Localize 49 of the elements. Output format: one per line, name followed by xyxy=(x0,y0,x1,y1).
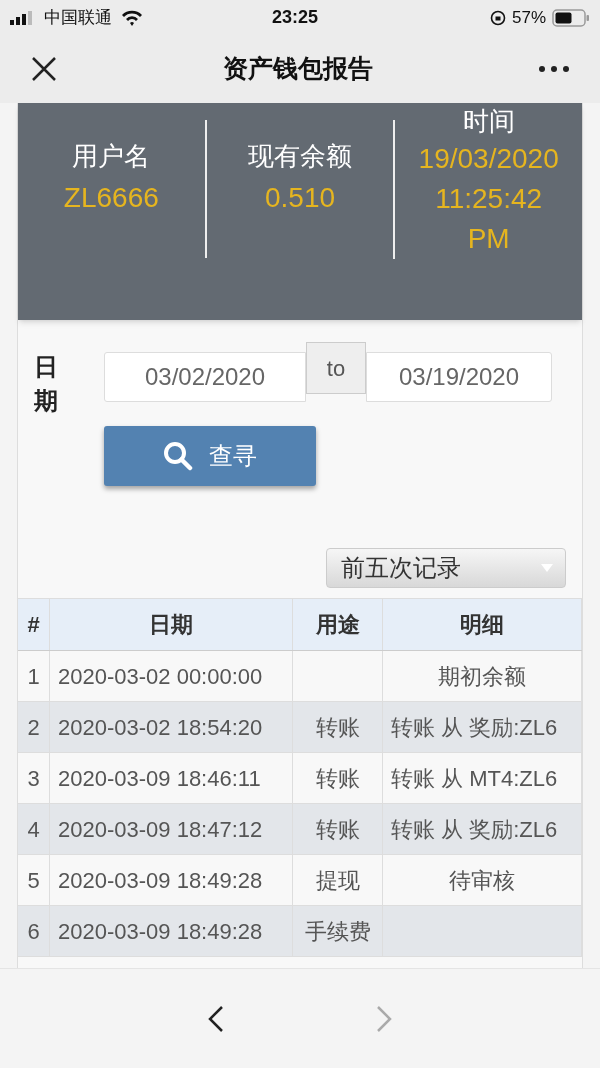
table-cell: 转账 从 奖励:ZL6 xyxy=(383,702,582,752)
summary-label: 时间 xyxy=(462,105,515,138)
table-cell: 6 xyxy=(18,906,50,956)
summary-value: 0.510 xyxy=(264,181,336,215)
table-cell: 转账 从 奖励:ZL6 xyxy=(383,804,582,854)
page-title: 资产钱包报告 xyxy=(223,53,373,85)
close-icon[interactable] xyxy=(30,55,58,83)
table-cell: 2020-03-09 18:49:28 xyxy=(50,855,293,905)
table-cell: 转账 xyxy=(293,804,383,854)
table-cell: 期初余额 xyxy=(383,651,582,701)
to-label: to xyxy=(306,342,366,394)
table-cell: 2020-03-02 18:54:20 xyxy=(50,702,293,752)
search-icon xyxy=(163,441,193,471)
column-header: # xyxy=(18,599,50,650)
table-cell: 3 xyxy=(18,753,50,803)
date-label: 日期 xyxy=(34,352,58,416)
record-count-select[interactable]: 前五次记录 xyxy=(326,548,566,588)
battery-percent: 57% xyxy=(511,6,546,29)
carrier-name: 中国联通 xyxy=(44,6,112,29)
table-cell: 转账 xyxy=(293,702,383,752)
more-icon[interactable] xyxy=(538,65,570,73)
table-cell: 2020-03-09 18:46:11 xyxy=(50,753,293,803)
summary-value: 19/03/2020 11:25:42 PM xyxy=(417,142,560,256)
table-cell: 转账 从 MT4:ZL6 xyxy=(383,753,582,803)
table-cell: 手续费 xyxy=(293,906,383,956)
table-cell: 转账 xyxy=(293,753,383,803)
column-header: 用途 xyxy=(293,599,383,650)
summary-label: 用户名 xyxy=(72,140,151,173)
table-cell: 4 xyxy=(18,804,50,854)
dropdown-caret-icon xyxy=(541,564,553,572)
table-cell: 2020-03-02 00:00:00 xyxy=(50,651,293,701)
table-cell: 待审核 xyxy=(383,855,582,905)
table-cell: 2020-03-09 18:49:28 xyxy=(50,906,293,956)
table-cell: 1 xyxy=(18,651,50,701)
table-cell: 2 xyxy=(18,702,50,752)
summary-label: 现有余额 xyxy=(248,140,352,173)
table-cell: 5 xyxy=(18,855,50,905)
search-button[interactable]: 查寻 xyxy=(104,426,316,486)
clock-time: 23:25 xyxy=(272,6,319,29)
summary-value: ZL6666 xyxy=(63,181,159,215)
rotation-lock-icon xyxy=(489,9,506,26)
table-cell: 2020-03-09 18:47:12 xyxy=(50,804,293,854)
column-header: 明细 xyxy=(383,599,582,650)
end-date-field[interactable]: 03/19/2020 xyxy=(366,352,552,402)
wifi-icon xyxy=(120,8,144,27)
start-date-field[interactable]: 03/02/2020 xyxy=(104,352,306,402)
table-cell: 提现 xyxy=(293,855,383,905)
column-header: 日期 xyxy=(50,599,293,650)
battery-icon xyxy=(552,8,590,27)
